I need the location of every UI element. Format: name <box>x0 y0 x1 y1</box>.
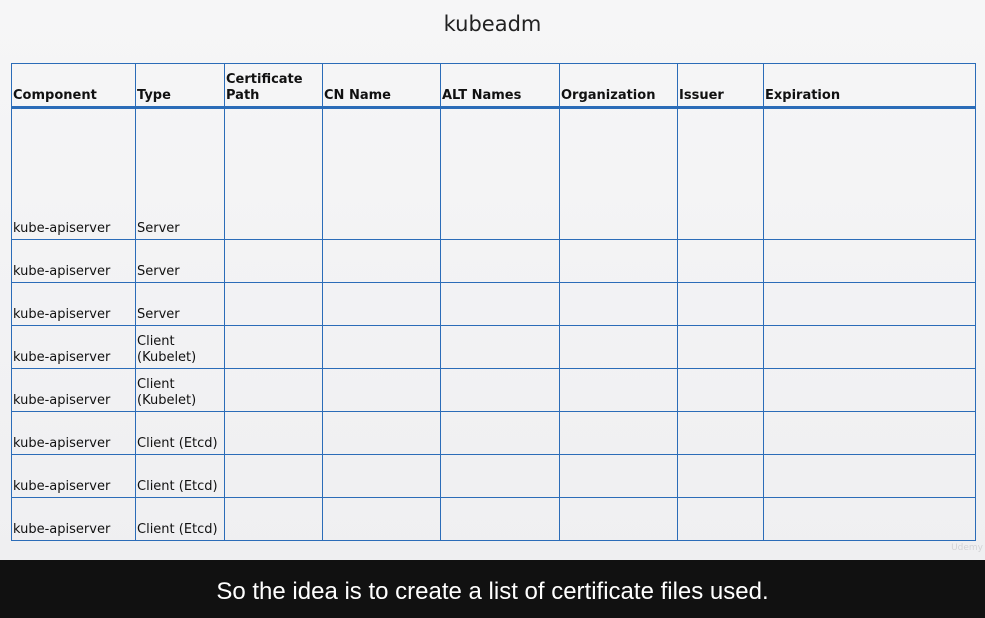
cell-organization <box>559 368 678 412</box>
cell-type: Server <box>135 239 225 283</box>
slide-title: kubeadm <box>443 12 542 36</box>
certificate-table: Component Type Certificate Path CN Name … <box>11 63 976 541</box>
table-row: kube-apiserver Client (Kubelet) <box>11 325 976 369</box>
cell-expiration <box>763 107 976 240</box>
cell-cn-name <box>322 107 441 240</box>
cell-certificate-path <box>224 454 323 498</box>
cell-component: kube-apiserver <box>11 411 136 455</box>
cell-cn-name <box>322 454 441 498</box>
cell-organization <box>559 454 678 498</box>
cell-component: kube-apiserver <box>11 282 136 326</box>
cell-type: Client (Etcd) <box>135 454 225 498</box>
caption-bar: So the idea is to create a list of certi… <box>0 560 985 618</box>
cell-type: Client (Etcd) <box>135 497 225 541</box>
cell-type: Client (Etcd) <box>135 411 225 455</box>
cell-component: kube-apiserver <box>11 497 136 541</box>
slide-area: kubeadm Component Type Certificate Path … <box>0 0 985 560</box>
cell-alt-names <box>440 107 560 240</box>
cell-alt-names <box>440 368 560 412</box>
cell-issuer <box>677 497 764 541</box>
cell-type: Client (Kubelet) <box>135 368 225 412</box>
cell-certificate-path <box>224 497 323 541</box>
header-row: Component Type Certificate Path CN Name … <box>11 63 976 109</box>
cell-component: kube-apiserver <box>11 107 136 240</box>
cell-organization <box>559 325 678 369</box>
cell-alt-names <box>440 497 560 541</box>
cell-expiration <box>763 325 976 369</box>
udemy-watermark: Udemy <box>951 543 983 553</box>
cell-expiration <box>763 282 976 326</box>
header-alt-names: ALT Names <box>440 63 560 109</box>
cell-cn-name <box>322 497 441 541</box>
cell-component: kube-apiserver <box>11 239 136 283</box>
cell-type: Client (Kubelet) <box>135 325 225 369</box>
table-row: kube-apiserver Server <box>11 107 976 240</box>
cell-cn-name <box>322 325 441 369</box>
header-certificate-path: Certificate Path <box>224 63 323 109</box>
caption-text: So the idea is to create a list of certi… <box>216 578 769 605</box>
cell-expiration <box>763 497 976 541</box>
cell-organization <box>559 497 678 541</box>
cell-certificate-path <box>224 411 323 455</box>
cell-cn-name <box>322 239 441 283</box>
header-component: Component <box>11 63 136 109</box>
cell-certificate-path <box>224 368 323 412</box>
cell-organization <box>559 282 678 326</box>
cell-alt-names <box>440 239 560 283</box>
cell-alt-names <box>440 411 560 455</box>
cell-alt-names <box>440 325 560 369</box>
cell-component: kube-apiserver <box>11 454 136 498</box>
cell-component: kube-apiserver <box>11 325 136 369</box>
cell-organization <box>559 107 678 240</box>
cell-issuer <box>677 325 764 369</box>
cell-component: kube-apiserver <box>11 368 136 412</box>
cell-certificate-path <box>224 282 323 326</box>
cell-expiration <box>763 454 976 498</box>
cell-issuer <box>677 368 764 412</box>
cell-certificate-path <box>224 239 323 283</box>
cell-issuer <box>677 454 764 498</box>
cell-cn-name <box>322 411 441 455</box>
cell-cn-name <box>322 368 441 412</box>
table-row: kube-apiserver Client (Etcd) <box>11 454 976 498</box>
header-cn-name: CN Name <box>322 63 441 109</box>
cell-issuer <box>677 282 764 326</box>
cell-organization <box>559 411 678 455</box>
header-type: Type <box>135 63 225 109</box>
cell-issuer <box>677 239 764 283</box>
cell-type: Server <box>135 282 225 326</box>
cell-cn-name <box>322 282 441 326</box>
header-expiration: Expiration <box>763 63 976 109</box>
cell-type: Server <box>135 107 225 240</box>
cell-expiration <box>763 368 976 412</box>
cell-alt-names <box>440 454 560 498</box>
table-row: kube-apiserver Client (Kubelet) <box>11 368 976 412</box>
table-row: kube-apiserver Client (Etcd) <box>11 497 976 541</box>
cell-certificate-path <box>224 325 323 369</box>
cell-issuer <box>677 107 764 240</box>
cell-expiration <box>763 411 976 455</box>
table-row: kube-apiserver Server <box>11 239 976 283</box>
table-row: kube-apiserver Server <box>11 282 976 326</box>
table-body: kube-apiserver Server kube-apiserver Server… <box>11 107 976 541</box>
cell-organization <box>559 239 678 283</box>
cell-issuer <box>677 411 764 455</box>
header-organization: Organization <box>559 63 678 109</box>
cell-certificate-path <box>224 107 323 240</box>
cell-expiration <box>763 239 976 283</box>
header-issuer: Issuer <box>677 63 764 109</box>
table-row: kube-apiserver Client (Etcd) <box>11 411 976 455</box>
cell-alt-names <box>440 282 560 326</box>
